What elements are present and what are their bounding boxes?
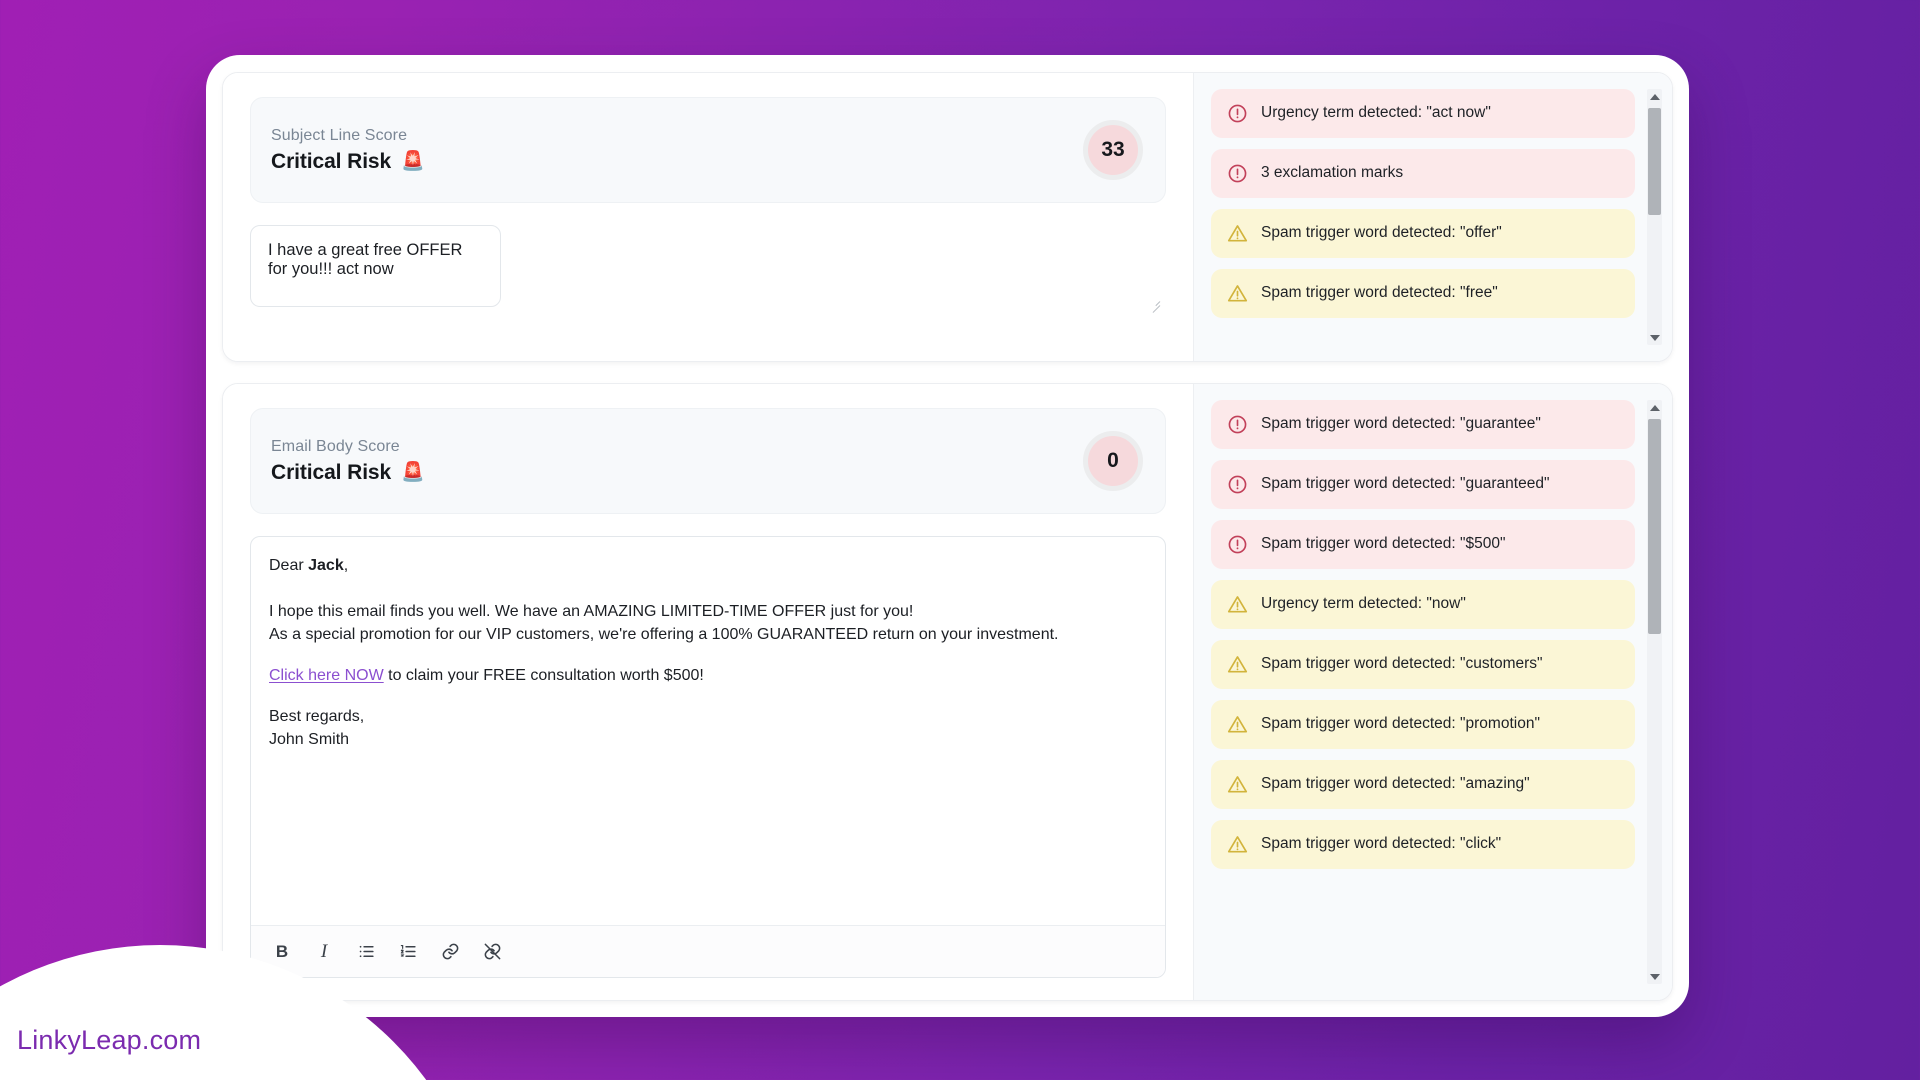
error-circle-icon [1228, 415, 1247, 434]
subject-line-input[interactable] [250, 225, 501, 307]
body-issues-list[interactable]: Spam trigger word detected: "guarantee" S… [1211, 400, 1645, 984]
issue-text: Spam trigger word detected: "click" [1261, 835, 1502, 853]
error-circle-icon [1228, 164, 1247, 183]
warning-triangle-icon [1227, 716, 1248, 733]
subject-line-analyzer-card: Subject Line Score Critical Risk 🚨 33 Ur… [222, 72, 1673, 362]
body-issues-pane: Spam trigger word detected: "guarantee" S… [1194, 384, 1672, 1000]
scroll-down-arrow-icon[interactable] [1647, 330, 1662, 345]
body-issues-scrollbar[interactable] [1647, 400, 1662, 984]
issue-text: Spam trigger word detected: "guarantee" [1261, 415, 1541, 433]
subject-score-strip: Subject Line Score Critical Risk 🚨 33 [250, 97, 1166, 203]
issue-item[interactable]: Spam trigger word detected: "guarantee" [1211, 400, 1635, 449]
warning-triangle-icon [1227, 225, 1248, 242]
greeting-prefix: Dear [269, 557, 309, 574]
numbered-list-button[interactable] [395, 939, 421, 965]
error-circle-icon [1228, 475, 1247, 494]
issue-item[interactable]: Spam trigger word detected: "offer" [1211, 209, 1635, 258]
issue-text: Spam trigger word detected: "amazing" [1261, 775, 1530, 793]
email-paragraph-1-line-1: I hope this email finds you well. We hav… [269, 602, 914, 620]
issue-text: Spam trigger word detected: "offer" [1261, 224, 1502, 242]
email-greeting: Dear Jack, [269, 554, 1147, 578]
warning-triangle-icon [1227, 285, 1248, 302]
issue-text: Urgency term detected: "act now" [1261, 104, 1491, 122]
issue-item[interactable]: Spam trigger word detected: "amazing" [1211, 760, 1635, 809]
error-circle-icon [1228, 535, 1247, 554]
issue-item[interactable]: Urgency term detected: "now" [1211, 580, 1635, 629]
insert-link-button[interactable] [437, 939, 463, 965]
issue-item[interactable]: Spam trigger word detected: "promotion" [1211, 700, 1635, 749]
unlink-icon [484, 943, 500, 960]
warning-triangle-icon [1227, 836, 1248, 853]
body-score-text: Email Body Score Critical Risk 🚨 [271, 438, 425, 485]
issue-item[interactable]: 3 exclamation marks [1211, 149, 1635, 198]
remove-link-button[interactable] [479, 939, 505, 965]
issue-text: Spam trigger word detected: "promotion" [1261, 715, 1540, 733]
scrollbar-thumb[interactable] [1648, 108, 1661, 215]
siren-icon: 🚨 [401, 462, 425, 483]
issue-text: Spam trigger word detected: "$500" [1261, 535, 1506, 553]
subject-verdict-text: Critical Risk [271, 149, 392, 173]
body-score-verdict: Critical Risk 🚨 [271, 461, 425, 485]
scroll-down-arrow-icon[interactable] [1647, 969, 1662, 984]
bullet-list-icon [359, 945, 374, 958]
body-verdict-text: Critical Risk [271, 460, 392, 484]
bold-button[interactable]: B [269, 939, 295, 965]
subject-issues-list[interactable]: Urgency term detected: "act now" 3 exclam… [1211, 89, 1645, 345]
subject-score-badge: 33 [1083, 120, 1143, 180]
subject-input-wrapper [250, 203, 1166, 313]
bullet-list-button[interactable] [353, 939, 379, 965]
italic-button[interactable]: I [311, 939, 337, 965]
warning-triangle-icon [1227, 656, 1248, 673]
email-cta-trailing: to claim your FREE consultation worth $5… [383, 667, 704, 685]
issue-text: Spam trigger word detected: "free" [1261, 284, 1498, 302]
warning-triangle-icon [1227, 776, 1248, 793]
email-signoff: Best regards, John Smith [269, 705, 1147, 752]
scroll-up-arrow-icon[interactable] [1647, 89, 1662, 104]
email-body-content[interactable]: Dear Jack, I hope this email finds you w… [251, 537, 1165, 925]
issue-item[interactable]: Spam trigger word detected: "customers" [1211, 640, 1635, 689]
email-cta-paragraph: Click here NOW to claim your FREE consul… [269, 664, 1147, 688]
issue-item[interactable]: Urgency term detected: "act now" [1211, 89, 1635, 138]
subject-score-text: Subject Line Score Critical Risk 🚨 [271, 127, 425, 174]
email-paragraph-1-line-2: As a special promotion for our VIP custo… [269, 626, 1059, 644]
issue-item[interactable]: Spam trigger word detected: "guaranteed" [1211, 460, 1635, 509]
subject-score-label: Subject Line Score [271, 126, 408, 144]
subject-issues-pane: Urgency term detected: "act now" 3 exclam… [1194, 73, 1672, 361]
subject-score-verdict: Critical Risk 🚨 [271, 150, 425, 174]
signoff-line-1: Best regards, [269, 707, 365, 725]
scroll-up-arrow-icon[interactable] [1647, 400, 1662, 415]
issue-text: 3 exclamation marks [1261, 164, 1404, 182]
issue-text: Spam trigger word detected: "guaranteed" [1261, 475, 1550, 493]
siren-icon: 🚨 [401, 151, 425, 172]
link-icon [442, 943, 458, 960]
subject-editor-pane: Subject Line Score Critical Risk 🚨 33 [223, 73, 1194, 361]
body-score-badge: 0 [1083, 431, 1143, 491]
issue-item[interactable]: Spam trigger word detected: "free" [1211, 269, 1635, 318]
email-body-analyzer-card: Email Body Score Critical Risk 🚨 0 Dear … [222, 383, 1673, 1001]
body-editor-pane: Email Body Score Critical Risk 🚨 0 Dear … [223, 384, 1194, 1000]
greeting-name: Jack [308, 557, 344, 574]
body-score-label: Email Body Score [271, 437, 400, 455]
signoff-line-2: John Smith [269, 731, 350, 749]
numbered-list-icon [400, 944, 416, 958]
body-score-strip: Email Body Score Critical Risk 🚨 0 [250, 408, 1166, 514]
issue-item[interactable]: Spam trigger word detected: "$500" [1211, 520, 1635, 569]
warning-triangle-icon [1227, 596, 1248, 613]
error-circle-icon [1228, 104, 1247, 123]
email-body-editor: Dear Jack, I hope this email finds you w… [250, 536, 1166, 978]
email-paragraph-1: I hope this email finds you well. We hav… [269, 600, 1147, 647]
app-shell: Subject Line Score Critical Risk 🚨 33 Ur… [206, 55, 1689, 1017]
scrollbar-thumb[interactable] [1648, 419, 1661, 634]
email-format-toolbar: B I [251, 925, 1165, 977]
issue-item[interactable]: Spam trigger word detected: "click" [1211, 820, 1635, 869]
greeting-suffix: , [343, 557, 349, 574]
subject-issues-scrollbar[interactable] [1647, 89, 1662, 345]
click-here-now-link[interactable]: Click here NOW [269, 667, 384, 684]
watermark-linkyleap: LinkyLeap.com [17, 1025, 202, 1055]
issue-text: Spam trigger word detected: "customers" [1261, 655, 1543, 673]
issue-text: Urgency term detected: "now" [1261, 595, 1466, 613]
resize-handle-icon[interactable] [1149, 296, 1161, 313]
